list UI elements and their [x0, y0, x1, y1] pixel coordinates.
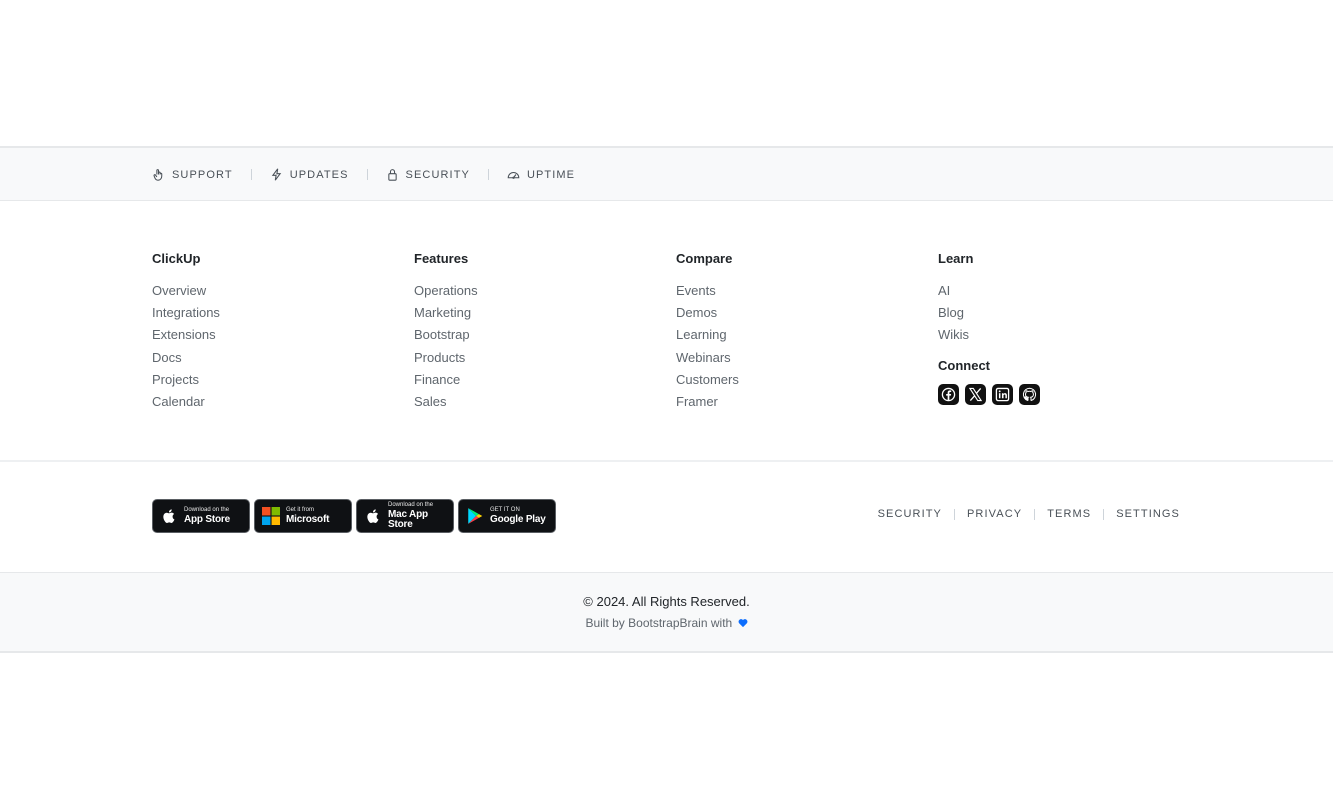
badge-store-name: Microsoft [286, 514, 330, 525]
app-store-badges: Download on the App Store Get it from Micr… [152, 499, 556, 533]
features-column: Features Operations Marketing Bootstrap … [414, 251, 664, 413]
badge-store-name: Google Play [490, 514, 546, 525]
footer-link-events[interactable]: Events [676, 280, 926, 302]
updates-link[interactable]: UPDATES [270, 168, 349, 181]
badge-caption: Get it from [286, 507, 315, 513]
column-title: ClickUp [152, 251, 201, 266]
legal-link-settings[interactable]: SETTINGS [1116, 508, 1180, 520]
security-link[interactable]: SECURITY [386, 168, 470, 181]
x-icon [968, 387, 983, 401]
google-play-badge[interactable]: GET IT ON Google Play [458, 499, 556, 533]
apple-icon [367, 509, 379, 523]
legal-link-security[interactable]: SECURITY [878, 508, 942, 520]
uptime-link[interactable]: UPTIME [507, 168, 575, 181]
learn-column: Learn AI Blog Wikis Connect [938, 251, 1188, 405]
microsoft-badge[interactable]: Get it from Microsoft [254, 499, 352, 533]
footer-link-ai[interactable]: AI [938, 280, 1188, 302]
footer-link-projects[interactable]: Projects [152, 369, 402, 391]
link-list: Overview Integrations Extensions Docs Pr… [152, 280, 402, 413]
microsoft-icon [262, 507, 280, 525]
badge-caption: Download on the [388, 502, 434, 508]
hand-icon [153, 169, 163, 181]
x-link[interactable] [965, 383, 986, 405]
support-label: SUPPORT [172, 168, 233, 181]
footer-link-bootstrap[interactable]: Bootstrap [414, 324, 664, 346]
divider [487, 169, 489, 180]
divider [250, 169, 252, 180]
connect-title: Connect [938, 357, 990, 373]
footer-link-wikis[interactable]: Wikis [938, 324, 1188, 346]
footer-link-extensions[interactable]: Extensions [152, 324, 402, 346]
compare-column: Compare Events Demos Learning Webinars C… [676, 251, 926, 413]
footer-link-docs[interactable]: Docs [152, 347, 402, 369]
footer-link-customers[interactable]: Customers [676, 369, 926, 391]
github-link[interactable] [1019, 383, 1040, 405]
footer-link-framer[interactable]: Framer [676, 391, 926, 413]
built-by-suffix: with [710, 616, 733, 630]
facebook-link[interactable] [938, 383, 959, 405]
security-label: SECURITY [405, 168, 470, 181]
copyright-bar: © 2024. All Rights Reserved. Built by Bo… [0, 572, 1333, 653]
divider [366, 169, 368, 180]
footer-link-blog[interactable]: Blog [938, 302, 1188, 324]
footer-link-marketing[interactable]: Marketing [414, 302, 664, 324]
section-divider [0, 460, 1333, 462]
footer-link-webinars[interactable]: Webinars [676, 347, 926, 369]
footer-link-demos[interactable]: Demos [676, 302, 926, 324]
badge-caption: Download on the [184, 507, 230, 513]
copyright-text: © 2024. All Rights Reserved. [583, 594, 750, 609]
footer-link-calendar[interactable]: Calendar [152, 391, 402, 413]
badge-store-name: App Store [184, 514, 230, 525]
column-title: Features [414, 251, 469, 266]
legal-links: SECURITY PRIVACY TERMS SETTINGS [878, 508, 1180, 520]
top-links-strip: SUPPORT UPDATES SECURITY UPTIME [0, 146, 1333, 201]
link-list: AI Blog Wikis [938, 280, 1188, 347]
link-list: Operations Marketing Bootstrap Products … [414, 280, 664, 413]
uptime-label: UPTIME [526, 168, 576, 181]
speedometer-icon [507, 172, 520, 179]
top-nav: SUPPORT UPDATES SECURITY UPTIME [152, 148, 575, 201]
linkedin-link[interactable] [992, 383, 1013, 405]
facebook-icon [941, 387, 956, 401]
social-links [938, 383, 1188, 405]
footer-link-finance[interactable]: Finance [414, 369, 664, 391]
legal-link-terms[interactable]: TERMS [1047, 508, 1091, 520]
badge-store-name: Mac App Store [388, 509, 428, 530]
footer-link-operations[interactable]: Operations [414, 280, 664, 302]
bootstrapbrain-link[interactable]: BootstrapBrain [628, 616, 707, 630]
heart-icon [738, 619, 748, 628]
heart-shape [738, 619, 748, 628]
badge-caption: GET IT ON [490, 507, 520, 513]
footer-link-learning[interactable]: Learning [676, 324, 926, 346]
built-by-line: Built by BootstrapBrain with [0, 616, 1333, 630]
column-title: Learn [938, 251, 974, 266]
app-store-badge[interactable]: Download on the App Store [152, 499, 250, 533]
footer-link-columns: ClickUp Overview Integrations Extensions… [152, 251, 1182, 421]
divider [954, 508, 955, 520]
link-list: Events Demos Learning Webinars Customers… [676, 280, 926, 413]
footer-link-overview[interactable]: Overview [152, 280, 402, 302]
mac-app-store-badge[interactable]: Download on the Mac App Store [356, 499, 454, 533]
divider [1034, 508, 1036, 520]
google-play-icon [468, 508, 483, 524]
footer-link-sales[interactable]: Sales [414, 391, 664, 413]
clickup-column: ClickUp Overview Integrations Extensions… [152, 251, 402, 413]
built-by-prefix: Built by [585, 616, 625, 630]
github-icon [1022, 387, 1037, 401]
divider [1103, 508, 1105, 520]
lightning-icon [271, 168, 281, 181]
linkedin-icon [995, 387, 1010, 401]
updates-label: UPDATES [289, 168, 349, 181]
column-title: Compare [676, 251, 733, 266]
apple-icon [163, 509, 175, 523]
footer-link-integrations[interactable]: Integrations [152, 302, 402, 324]
legal-link-privacy[interactable]: PRIVACY [967, 508, 1022, 520]
support-link[interactable]: SUPPORT [152, 168, 233, 181]
footer-link-products[interactable]: Products [414, 347, 664, 369]
lock-icon [387, 169, 397, 181]
